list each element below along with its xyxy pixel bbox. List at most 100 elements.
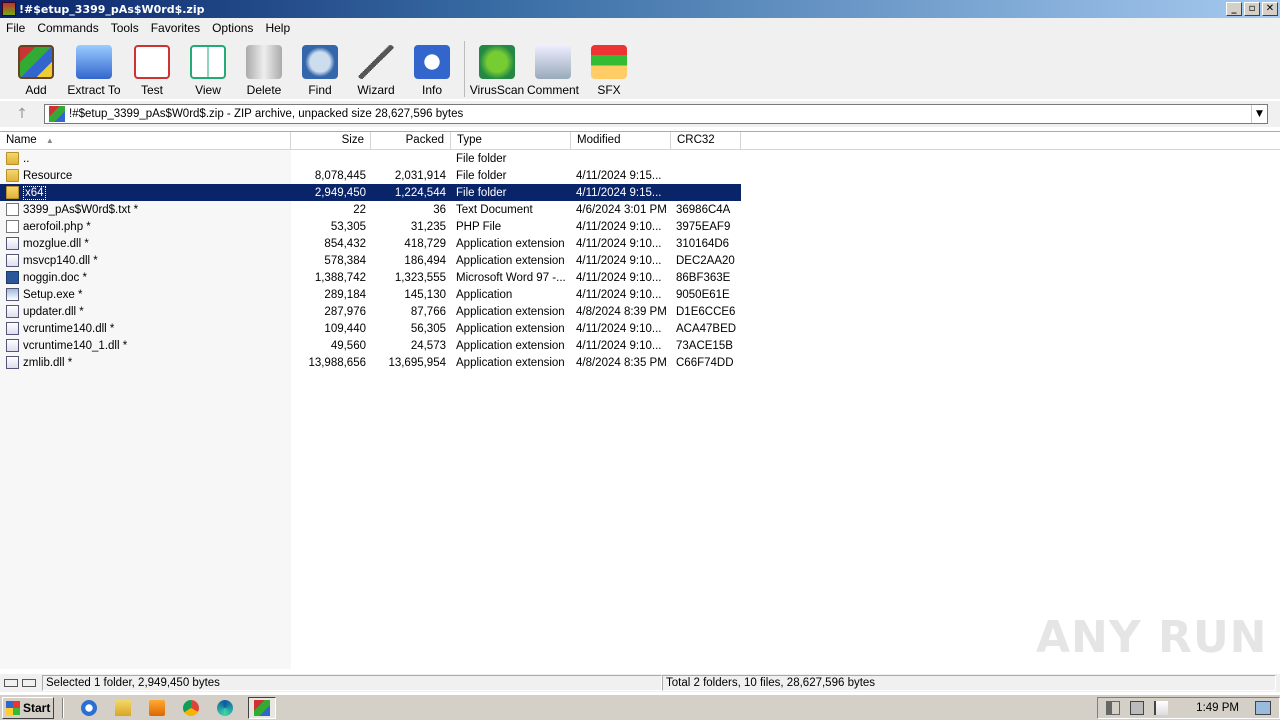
column-modified[interactable]: Modified [571,132,671,150]
view-button[interactable]: View [180,37,236,97]
cell-name: zmlib.dll * [0,356,291,369]
minimize-button[interactable]: _ [1226,2,1242,16]
cell-size: 289,184 [324,288,366,301]
virusscan-button[interactable]: VirusScan [469,37,525,97]
chrome-icon[interactable] [180,697,202,719]
sfx-button[interactable]: SFX [581,37,637,97]
title-bar[interactable]: !#$etup_3399_pAs$W0rd$.zip _ ▫ ✕ [0,0,1280,18]
show-desktop-icon[interactable] [1255,700,1271,715]
table-row[interactable]: .. File folder [0,150,741,167]
cell-type: File folder [456,169,507,182]
start-button[interactable]: Start [2,696,54,719]
up-arrow-icon[interactable]: ↑ [0,106,44,122]
close-button[interactable]: ✕ [1262,2,1278,16]
table-row[interactable]: vcruntime140_1.dll * 49,560 24,573 Applicat… [0,337,741,354]
cell-modified: 4/11/2024 9:10... [576,271,662,284]
cell-packed: 87,766 [410,305,446,318]
column-name[interactable]: Name ▲ [0,132,291,150]
internet-explorer-icon[interactable] [78,697,100,719]
word-icon [6,271,19,284]
menu-options[interactable]: Options [206,21,259,35]
find-label: Find [308,83,332,97]
toolbar-separator [464,41,465,97]
network-icon[interactable] [1130,700,1145,715]
find-button[interactable]: Find [292,37,348,97]
file-name: noggin.doc * [23,271,87,284]
cell-name: aerofoil.php * [0,220,291,233]
info-icon [414,45,450,79]
media-player-icon[interactable] [146,697,168,719]
column-crc32[interactable]: CRC32 [671,132,741,150]
key-icon[interactable] [22,679,36,687]
cell-packed: 418,729 [404,237,446,250]
start-label: Start [23,700,51,715]
cell-crc32: 9050E61E [676,288,730,301]
delete-button[interactable]: Delete [236,37,292,97]
dll-icon [6,356,19,369]
cell-packed: 1,323,555 [394,271,446,284]
cell-modified: 4/11/2024 9:15... [576,186,662,199]
cell-crc32: DEC2AA20 [676,254,735,267]
add-button[interactable]: Add [8,37,64,97]
table-row[interactable]: mozglue.dll * 854,432 418,729 Application e… [0,235,741,252]
wand-icon [358,45,394,79]
winrar-app-icon [2,2,16,16]
chevron-down-icon[interactable]: ▼ [1251,105,1267,123]
window-title: !#$etup_3399_pAs$W0rd$.zip [19,2,205,16]
cell-crc32: 86BF363E [676,271,731,284]
table-row[interactable]: Resource 8,078,445 2,031,914 File folder 4/1… [0,167,741,184]
cell-name: vcruntime140.dll * [0,322,291,335]
table-row[interactable]: updater.dll * 287,976 87,766 Application ex… [0,303,741,320]
menu-file[interactable]: File [0,21,31,35]
file-explorer-icon[interactable] [112,697,134,719]
table-row[interactable]: noggin.doc * 1,388,742 1,323,555 Microsoft … [0,269,741,286]
cell-modified: 4/8/2024 8:35 PM [576,356,667,369]
cell-size: 1,388,742 [314,271,366,284]
table-row[interactable]: msvcp140.dll * 578,384 186,494 Application … [0,252,741,269]
table-row[interactable]: zmlib.dll * 13,988,656 13,695,954 Applicati… [0,354,741,371]
clock[interactable]: 1:49 PM [1196,702,1239,714]
menu-help[interactable]: Help [259,21,296,35]
winrar-taskbar-button[interactable] [248,696,276,719]
test-button[interactable]: Test [124,37,180,97]
dll-icon [6,322,19,335]
table-row[interactable]: x64 2,949,450 1,224,544 File folder 4/11/202… [0,184,741,201]
file-list: Name ▲ Size Packed Type Modified CRC32 .… [0,131,1280,669]
cell-packed: 31,235 [410,220,446,233]
menu-tools[interactable]: Tools [105,21,145,35]
cell-packed: 13,695,954 [388,356,446,369]
cell-modified: 4/11/2024 9:10... [576,339,662,352]
cell-name: msvcp140.dll * [0,254,291,267]
edge-icon[interactable] [214,697,236,719]
cell-type: Application extension [456,254,565,267]
address-field[interactable]: !#$etup_3399_pAs$W0rd$.zip - ZIP archive… [44,104,1268,124]
table-row[interactable]: 3399_pAs$W0rd$.txt * 22 36 Text Document 4/6… [0,201,741,218]
comment-button[interactable]: Comment [525,37,581,97]
extract-to-button[interactable]: Extract To [64,37,124,97]
column-name-label: Name [6,134,37,146]
table-row[interactable]: Setup.exe * 289,184 145,130 Application 4/11… [0,286,741,303]
column-type[interactable]: Type [451,132,571,150]
table-row[interactable]: aerofoil.php * 53,305 31,235 PHP File 4/11/2… [0,218,741,235]
file-rows: .. File folder Resource 8,078,445 2,031,914 F… [0,150,741,371]
menu-bar: File Commands Tools Favorites Options He… [0,18,1280,37]
file-name: zmlib.dll * [23,356,73,369]
info-button[interactable]: Info [404,37,460,97]
file-name: x64 [23,185,46,200]
drive-icon[interactable] [4,679,18,687]
folder-icon [6,152,19,165]
cell-type: Application [456,288,513,301]
column-packed[interactable]: Packed [371,132,451,150]
menu-favorites[interactable]: Favorites [145,21,206,35]
wizard-button[interactable]: Wizard [348,37,404,97]
volume-icon[interactable] [1106,700,1121,715]
table-row[interactable]: vcruntime140.dll * 109,440 56,305 Applicati… [0,320,741,337]
action-center-flag-icon[interactable] [1154,700,1169,715]
column-size[interactable]: Size [291,132,371,150]
restore-button[interactable]: ▫ [1244,2,1260,16]
extract-folder-icon [76,45,112,79]
cell-size: 8,078,445 [314,169,366,182]
menu-commands[interactable]: Commands [31,21,104,35]
comment-icon [535,45,571,79]
cell-size: 2,949,450 [314,186,366,199]
